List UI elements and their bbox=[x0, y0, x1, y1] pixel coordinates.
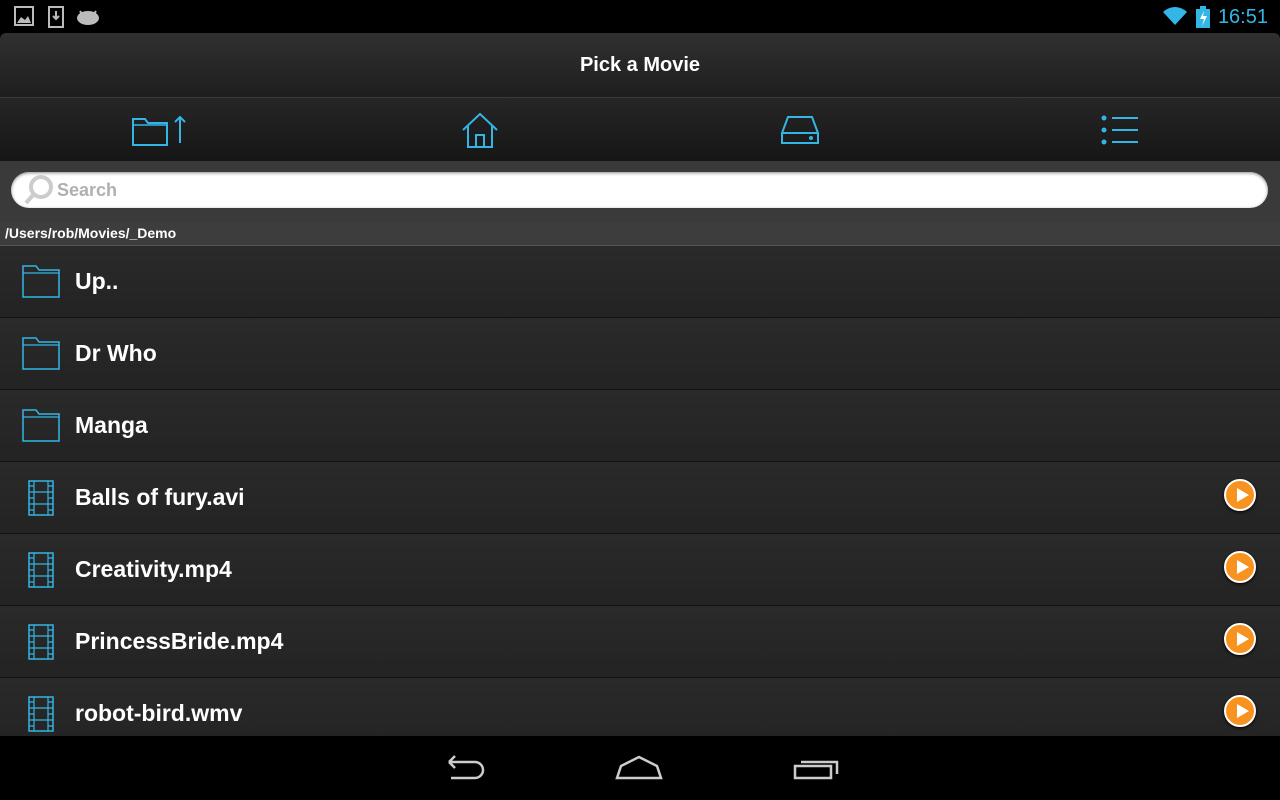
film-icon bbox=[28, 624, 54, 660]
item-label: Manga bbox=[75, 412, 148, 438]
folder-icon bbox=[22, 265, 60, 298]
list-item[interactable]: robot-bird.wmv bbox=[0, 678, 1280, 736]
status-bar: 16:51 bbox=[0, 0, 1280, 33]
wifi-icon bbox=[1163, 7, 1187, 25]
film-icon bbox=[28, 480, 54, 516]
list-item[interactable]: Balls of fury.avi bbox=[0, 462, 1280, 534]
play-button[interactable] bbox=[1224, 479, 1256, 511]
search-icon bbox=[24, 175, 53, 205]
home-button[interactable] bbox=[320, 98, 640, 161]
search-bar bbox=[0, 161, 1280, 222]
play-button[interactable] bbox=[1224, 551, 1256, 583]
clock: 16:51 bbox=[1217, 6, 1268, 28]
search-input[interactable] bbox=[57, 178, 1247, 202]
list-item[interactable]: Dr Who bbox=[0, 318, 1280, 390]
back-icon[interactable] bbox=[439, 754, 485, 782]
list-item[interactable]: Manga bbox=[0, 390, 1280, 462]
toolbar bbox=[0, 98, 1280, 161]
bookmarks-button[interactable] bbox=[960, 98, 1280, 161]
file-list: Up.. Dr Who Manga Balls of fury.avi Creativi… bbox=[0, 246, 1280, 736]
item-label: Dr Who bbox=[75, 340, 157, 366]
home-icon bbox=[462, 112, 498, 148]
list-item[interactable]: Creativity.mp4 bbox=[0, 534, 1280, 606]
navigation-bar bbox=[0, 736, 1280, 800]
search-field[interactable] bbox=[11, 172, 1268, 208]
android-icon bbox=[77, 10, 99, 25]
film-icon bbox=[28, 696, 54, 732]
list-item[interactable]: Up.. bbox=[0, 246, 1280, 318]
recent-apps-icon[interactable] bbox=[793, 754, 841, 782]
item-label: PrincessBride.mp4 bbox=[75, 628, 284, 654]
item-label: Balls of fury.avi bbox=[75, 484, 245, 510]
download-icon bbox=[48, 6, 64, 28]
item-label: robot-bird.wmv bbox=[75, 700, 243, 726]
drive-button[interactable] bbox=[640, 98, 960, 161]
play-button[interactable] bbox=[1224, 623, 1256, 655]
folder-up-icon bbox=[132, 115, 186, 146]
breadcrumb: /Users/rob/Movies/_Demo bbox=[0, 222, 1280, 246]
home-nav-icon[interactable] bbox=[615, 754, 663, 782]
item-label: Up.. bbox=[75, 268, 119, 294]
folder-icon bbox=[22, 337, 60, 370]
image-notification-icon bbox=[14, 6, 34, 26]
item-label: Creativity.mp4 bbox=[75, 556, 232, 582]
film-icon bbox=[28, 552, 54, 588]
play-button[interactable] bbox=[1224, 695, 1256, 727]
folder-up-button[interactable] bbox=[0, 98, 320, 161]
folder-icon bbox=[22, 409, 60, 442]
battery-charging-icon bbox=[1196, 6, 1210, 28]
list-item[interactable]: PrincessBride.mp4 bbox=[0, 606, 1280, 678]
bookmarks-list-icon bbox=[1101, 115, 1138, 144]
page-title: Pick a Movie bbox=[0, 33, 1280, 98]
drive-icon bbox=[781, 115, 819, 144]
